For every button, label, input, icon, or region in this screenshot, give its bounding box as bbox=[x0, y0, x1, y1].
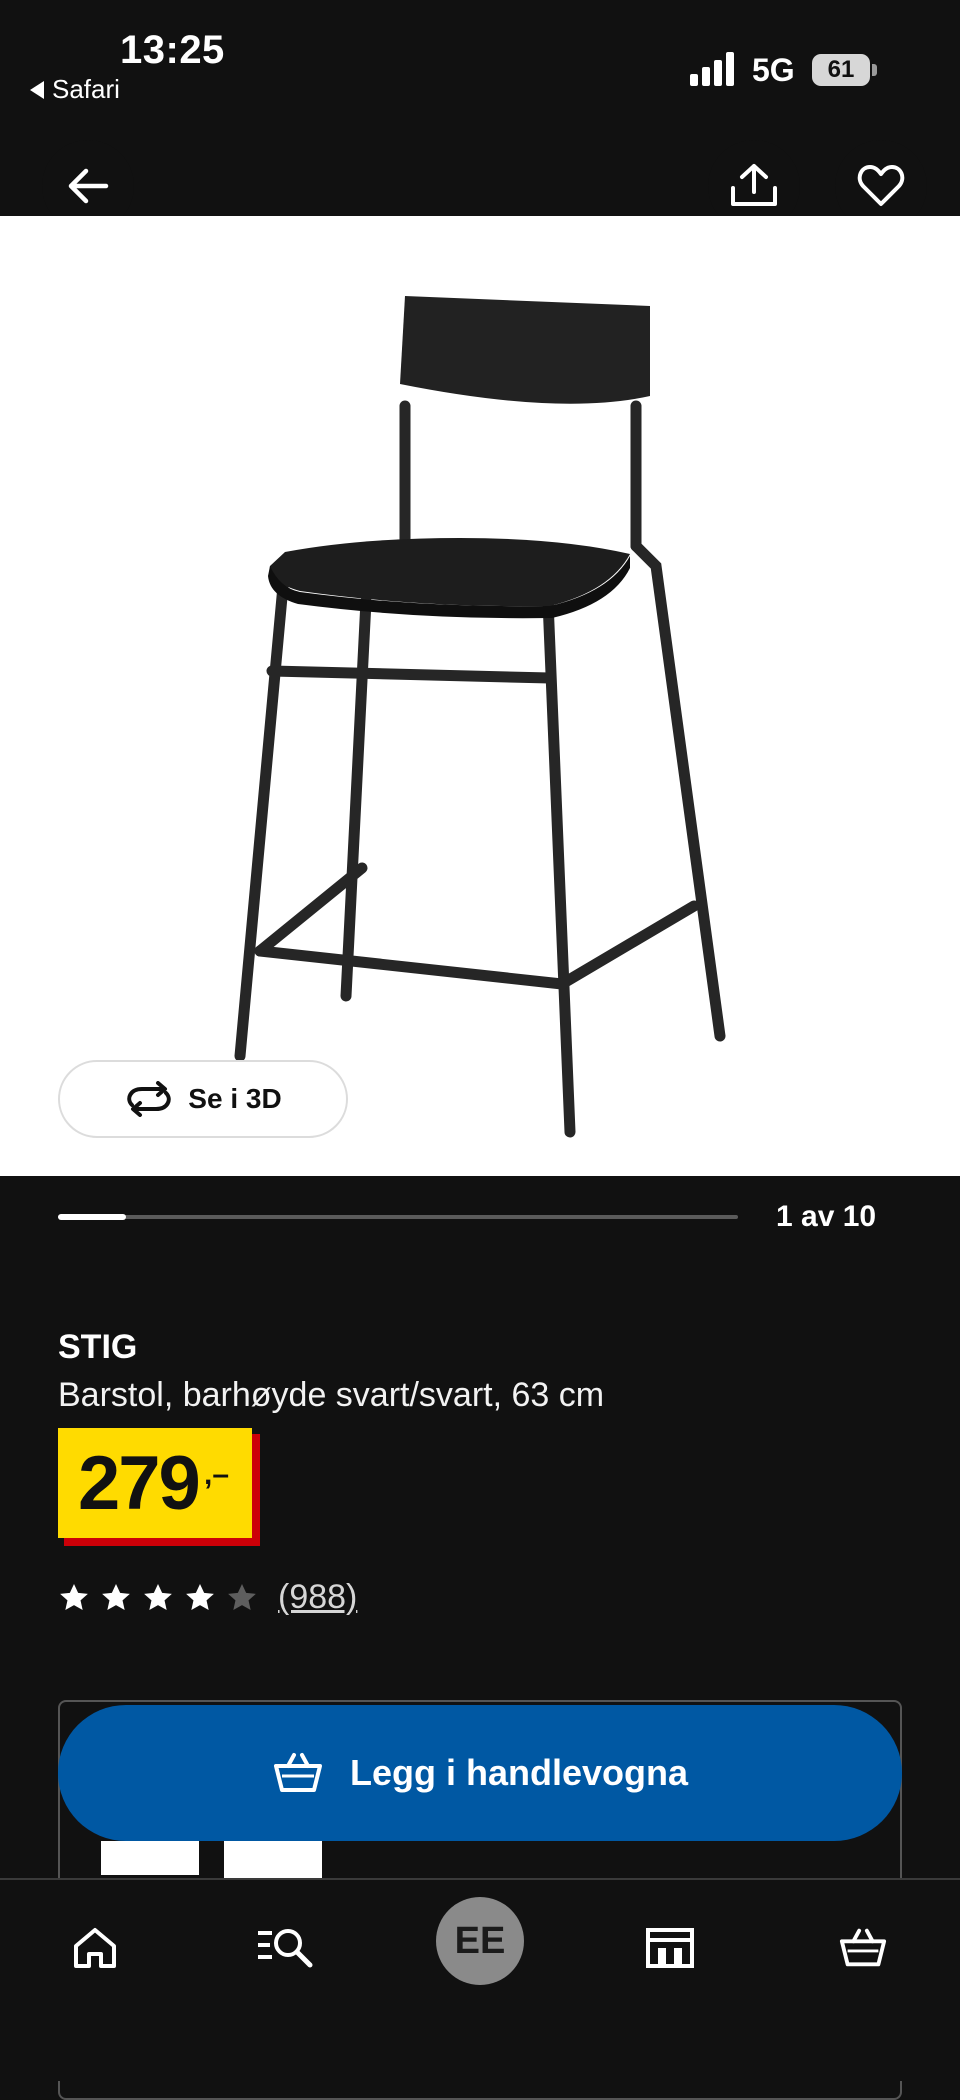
bar-stool-image bbox=[234, 296, 726, 1138]
tab-home[interactable] bbox=[55, 1908, 135, 1988]
back-triangle-icon bbox=[30, 80, 44, 99]
price-value: 279 bbox=[78, 1441, 201, 1526]
rotate-3d-icon bbox=[127, 1081, 171, 1117]
carousel-progress-track bbox=[58, 1215, 738, 1219]
star-icon bbox=[186, 1583, 214, 1610]
rating-stars bbox=[58, 1582, 258, 1614]
star-icon bbox=[102, 1583, 130, 1610]
carousel-progress-fill bbox=[58, 1214, 126, 1220]
tab-cart[interactable] bbox=[823, 1908, 903, 1988]
review-count-link[interactable]: (988) bbox=[278, 1578, 357, 1617]
star-icon bbox=[60, 1583, 88, 1610]
back-app-label: Safari bbox=[52, 74, 120, 104]
cart-icon bbox=[839, 1928, 887, 1967]
store-icon bbox=[646, 1928, 694, 1968]
home-icon bbox=[74, 1928, 116, 1968]
variant-thumbnail[interactable] bbox=[98, 1838, 202, 1878]
share-icon bbox=[731, 164, 777, 206]
battery-icon: 61 bbox=[812, 54, 878, 86]
signal-icon bbox=[690, 52, 734, 86]
variant-thumbnail[interactable] bbox=[224, 1838, 322, 1878]
add-to-cart-button[interactable]: Legg i handlevogna bbox=[58, 1705, 902, 1841]
star-icon bbox=[228, 1583, 256, 1610]
arrow-left-icon bbox=[68, 168, 109, 204]
back-to-app-link[interactable]: Safari bbox=[30, 74, 120, 105]
heart-icon bbox=[857, 165, 905, 206]
product-name: STIG bbox=[58, 1328, 138, 1366]
cart-icon bbox=[273, 1753, 322, 1792]
search-icon bbox=[258, 1929, 313, 1968]
product-description: Barstol, barhøyde svart/svart, 63 cm bbox=[58, 1376, 605, 1414]
view-3d-label: Se i 3D bbox=[188, 1083, 282, 1114]
battery-level: 61 bbox=[812, 54, 870, 86]
star-icon bbox=[144, 1583, 172, 1610]
status-time: 13:25 bbox=[120, 28, 225, 72]
network-type: 5G bbox=[752, 52, 795, 88]
tab-profile-avatar[interactable]: EE bbox=[436, 1897, 524, 1985]
tab-store[interactable] bbox=[630, 1908, 710, 1988]
image-page-indicator: 1 av 10 bbox=[776, 1200, 877, 1233]
add-to-cart-label: Legg i handlevogna bbox=[349, 1752, 689, 1793]
price-tag: 279 ,– bbox=[58, 1428, 252, 1538]
nav-bar bbox=[0, 110, 960, 216]
price-suffix: ,– bbox=[204, 1458, 230, 1491]
tab-search[interactable] bbox=[246, 1908, 326, 1988]
rating-row[interactable]: (988) bbox=[58, 1578, 357, 1617]
product-image[interactable] bbox=[0, 216, 960, 1176]
view-3d-button[interactable]: Se i 3D bbox=[58, 1060, 348, 1138]
